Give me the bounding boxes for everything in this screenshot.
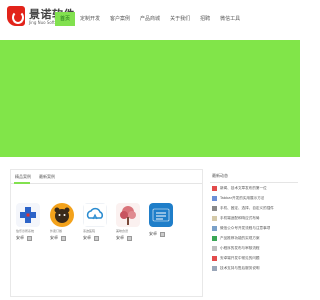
product-card[interactable]: 美味食谱 安卓 [116,203,140,241]
list-item[interactable]: 技术支持与售后服务说明 [210,263,298,273]
product-name: 外卖订餐 [50,229,63,233]
nav-item-jobs[interactable]: 招聘 [195,12,215,26]
qr-code-icon[interactable] [160,231,165,237]
active-tab-indicator [14,182,30,184]
news-item-text[interactable]: 手机端适配和响应式布局 [220,216,260,221]
android-badge[interactable]: 安卓 [83,235,91,241]
news-item-text[interactable]: 安卓端开发中常见的问题 [220,256,260,261]
qr-code-icon[interactable] [61,235,66,241]
nav-item-about[interactable]: 关于我们 [165,12,195,26]
tab-featured[interactable]: 精品案例 [15,174,31,180]
list-item[interactable]: Tabbar开发的实用展示方法 [210,193,298,203]
nav-item-wechat-tools[interactable]: 微信工具 [215,12,245,26]
news-item-text[interactable]: Tabbar开发的实用展示方法 [220,196,264,201]
android-badge[interactable]: 安卓 [116,235,124,241]
product-card[interactable]: 安卓 [149,203,173,237]
list-item[interactable]: 安卓端开发中常见的问题 [210,253,298,263]
tab-latest[interactable]: 最新案例 [39,174,55,180]
list-item[interactable]: 产品推荐功能的实现方案 [210,233,298,243]
android-badge[interactable]: 安卓 [50,235,58,241]
news-thumbnail-icon [212,185,217,191]
news-title: 最新动态 [210,169,298,183]
news-panel: 最新动态 新闻、技术文章发布的第一位 Tabbar开发的实用展示方法 手机、固定… [210,169,298,297]
nav-item-cases[interactable]: 客户案例 [105,12,135,26]
news-thumbnail-icon [212,215,217,221]
product-name: 伯乐诊所系统 [16,229,35,233]
product-name: 墨迹医院 [83,229,96,233]
product-card[interactable]: 墨迹医院 安卓 [83,203,107,241]
news-thumbnail-icon [212,195,217,201]
product-card[interactable]: 外卖订餐 安卓 [50,203,74,241]
news-thumbnail-icon [212,245,217,251]
news-item-text[interactable]: 微信公众号开发流程与注意事项 [220,226,270,231]
list-item[interactable]: 手机端适配和响应式布局 [210,213,298,223]
news-thumbnail-icon [212,235,217,241]
nav-item-store[interactable]: 产品商城 [135,12,165,26]
list-item[interactable]: 新闻、技术文章发布的第一位 [210,183,298,193]
news-item-text[interactable]: 产品推荐功能的实现方案 [220,236,260,241]
qr-code-icon[interactable] [127,235,132,241]
product-name: 美味食谱 [116,229,129,233]
cloud-leaf-icon [83,203,107,227]
main-nav: 首页 定制开发 客户案例 产品商城 关于我们 招聘 微信工具 [55,12,245,26]
medical-cross-icon [16,203,40,227]
product-panel: 精品案例 最新案例 伯乐诊所系统 安卓 外卖订餐 安卓 墨迹医院 安卓 美味食谱… [10,169,203,297]
news-item-text[interactable]: 手机、固定、选择、自定义的插件 [220,206,274,211]
android-badge[interactable]: 安卓 [16,235,24,241]
calligraphy-icon [149,203,173,227]
tree-icon [116,203,140,227]
qr-code-icon[interactable] [94,235,99,241]
news-thumbnail-icon [212,265,217,271]
android-badge[interactable]: 安卓 [149,231,157,237]
news-item-text[interactable]: 新闻、技术文章发布的第一位 [220,186,267,191]
qr-code-icon[interactable] [27,235,32,241]
list-item[interactable]: 小程序的发布与审核流程 [210,243,298,253]
bear-food-icon [50,203,74,227]
hero-banner[interactable] [0,40,300,157]
news-item-text[interactable]: 小程序的发布与审核流程 [220,246,260,251]
news-thumbnail-icon [212,255,217,261]
nav-item-custom-dev[interactable]: 定制开发 [75,12,105,26]
news-thumbnail-icon [212,225,217,231]
product-card[interactable]: 伯乐诊所系统 安卓 [16,203,40,241]
product-tabs: 精品案例 最新案例 [11,170,202,184]
site-header: 景诺软件 Jing Nuo Software 首页 定制开发 客户案例 产品商城… [0,0,300,40]
logo-icon[interactable] [7,6,25,26]
nav-item-home[interactable]: 首页 [55,12,76,26]
news-item-text[interactable]: 技术支持与售后服务说明 [220,266,260,271]
news-thumbnail-icon [212,205,217,211]
news-list: 新闻、技术文章发布的第一位 Tabbar开发的实用展示方法 手机、固定、选择、自… [210,183,298,273]
list-item[interactable]: 手机、固定、选择、自定义的插件 [210,203,298,213]
list-item[interactable]: 微信公众号开发流程与注意事项 [210,223,298,233]
